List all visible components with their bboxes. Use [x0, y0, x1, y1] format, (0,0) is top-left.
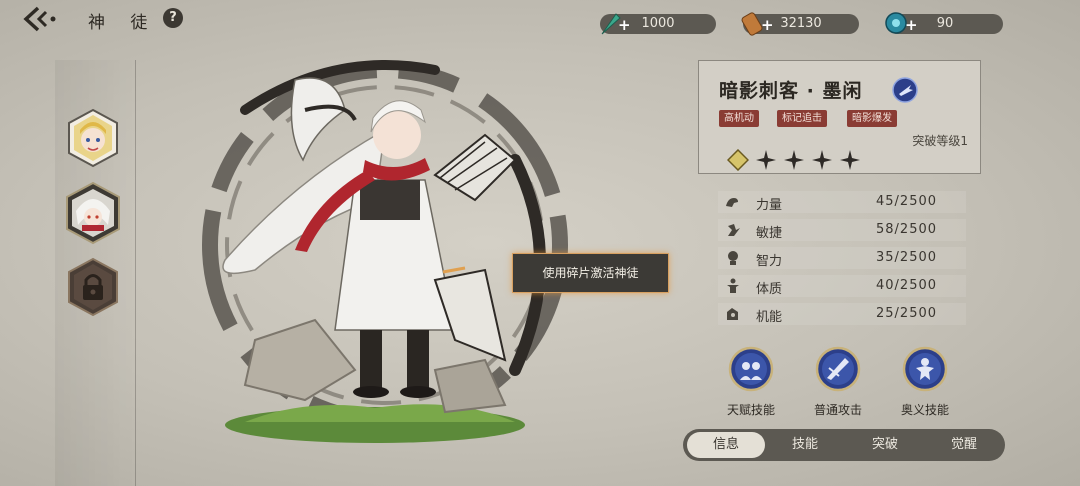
stat-value: 45/2500: [876, 194, 938, 209]
stat-row-constitution: 体质 40/2500: [718, 275, 966, 297]
stat-value: 35/2500: [876, 250, 938, 265]
stat-label: 机能: [756, 310, 783, 325]
talent-skill-icon: [728, 346, 774, 392]
assassin-class-icon[interactable]: [892, 77, 918, 103]
skill-label: 奥义技能: [900, 403, 949, 417]
mechanic-icon: [727, 308, 738, 320]
resource-scroll[interactable]: + 32130: [741, 12, 859, 36]
resource-value: 90: [936, 16, 954, 31]
resource-feather[interactable]: + 1000: [600, 13, 716, 35]
strength-icon: [726, 198, 738, 207]
tab-bar: 信息 技能 突破 觉醒: [683, 429, 1005, 461]
character-slot-2[interactable]: [64, 181, 122, 245]
hero-tag: 高机动: [719, 110, 759, 127]
activate-tooltip[interactable]: 使用碎片激活神徒: [512, 253, 669, 293]
stat-value: 58/2500: [876, 222, 938, 237]
back-button[interactable]: [20, 5, 60, 33]
stat-label: 智力: [756, 254, 783, 269]
intellect-icon: [728, 251, 738, 265]
portrait-blonde-icon: [68, 108, 118, 168]
character-slot-3[interactable]: [66, 257, 120, 317]
character-slot-1[interactable]: [66, 108, 120, 168]
top-bar: 神 徒 ? + 1000 + 32130 + 90: [0, 0, 1080, 40]
agility-icon: [728, 224, 740, 236]
tab-breakthrough[interactable]: 突破: [845, 429, 925, 461]
help-button[interactable]: ?: [163, 8, 183, 28]
stat-label: 体质: [756, 282, 783, 297]
stat-row-agility: 敏捷 58/2500: [718, 219, 966, 241]
lock-icon: [68, 257, 118, 317]
portrait-white-hair-icon: [66, 181, 120, 245]
stat-row-intellect: 智力 35/2500: [718, 247, 966, 269]
tab-skills[interactable]: 技能: [765, 429, 845, 461]
page-title: 神 徒: [88, 13, 158, 33]
stat-row-mechanic: 机能 25/2500: [718, 303, 966, 325]
stat-value: 40/2500: [876, 278, 938, 293]
resource-value: 32130: [780, 16, 822, 31]
star-empty-icon: [812, 150, 832, 170]
normal-attack-icon: [815, 346, 861, 392]
resource-gem[interactable]: + 90: [885, 12, 1003, 34]
stat-label: 力量: [756, 198, 783, 213]
ultimate-skill-button[interactable]: 奥义技能: [895, 346, 955, 418]
tab-info[interactable]: 信息: [687, 432, 765, 458]
stat-row-strength: 力量 45/2500: [718, 191, 966, 213]
star-empty-icon: [784, 150, 804, 170]
skill-label: 普通攻击: [813, 403, 862, 417]
resource-value: 1000: [641, 16, 675, 31]
back-arrow-icon: [23, 6, 56, 32]
breakthrough-rank: 突破等级1: [912, 134, 968, 148]
star-filled-icon: [727, 149, 749, 171]
star-empty-icon: [756, 150, 776, 170]
stat-value: 25/2500: [876, 306, 938, 321]
skill-label: 天赋技能: [726, 403, 775, 417]
hero-name: 暗影刺客 · 墨闲: [719, 80, 863, 102]
star-empty-icon: [840, 150, 860, 170]
talent-skill-button[interactable]: 天赋技能: [721, 346, 781, 418]
ultimate-skill-icon: [902, 346, 948, 392]
constitution-icon: [727, 278, 739, 293]
hero-tag: 标记追击: [777, 110, 827, 127]
character-artwork: [185, 40, 615, 460]
stat-label: 敏捷: [756, 226, 783, 241]
normal-attack-button[interactable]: 普通攻击: [808, 346, 868, 418]
hero-tag: 暗影爆发: [847, 110, 897, 127]
tab-awaken[interactable]: 觉醒: [925, 429, 1003, 461]
